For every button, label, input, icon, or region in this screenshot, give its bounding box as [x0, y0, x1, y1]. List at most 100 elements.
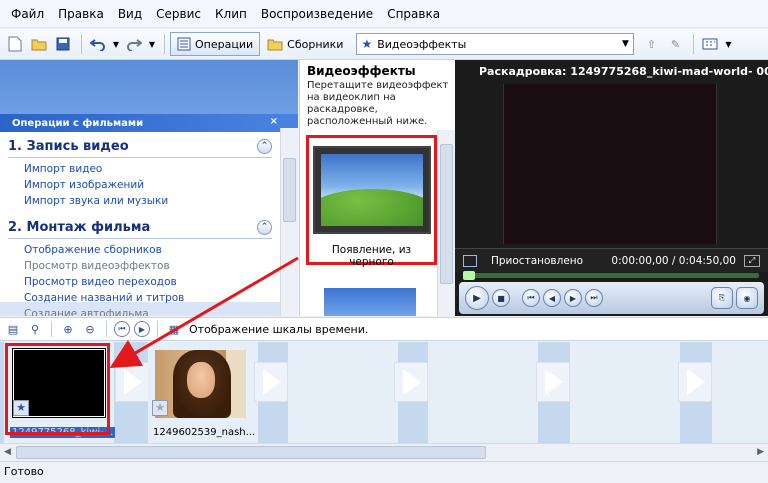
fullscreen-icon[interactable]: ⤢ [744, 254, 760, 267]
scrollbar-thumb[interactable] [440, 144, 453, 284]
divider [8, 238, 272, 239]
redo-icon[interactable] [123, 33, 145, 55]
collection-scrollbar[interactable] [437, 130, 455, 316]
section-edit-movie[interactable]: 2. Монтаж фильма ⌃ [8, 217, 280, 237]
open-folder-icon[interactable] [28, 33, 50, 55]
task-import-video[interactable]: Импорт видео [8, 161, 280, 177]
transition-slot[interactable] [394, 362, 428, 402]
undo-dropdown-icon[interactable]: ▼ [111, 33, 121, 55]
toolbar-separator [106, 321, 107, 337]
task-view-effects[interactable]: Просмотр видеоэффектов [8, 258, 280, 274]
tasks-scrollbar[interactable] [280, 128, 298, 316]
view-dropdown-icon[interactable]: ▼ [723, 33, 733, 55]
star-icon: ★ [361, 37, 373, 51]
monitor-status-bar: Приостановлено 0:00:00,00 / 0:04:50,00 ⤢ [455, 248, 768, 272]
narrate-icon[interactable]: ▤ [4, 320, 22, 338]
main-toolbar: ▼ ▼ Операции Сборники ★ Видеоэффекты ▼ ⇧… [0, 29, 768, 60]
task-import-audio[interactable]: Импорт звука или музыки [8, 193, 280, 209]
storyboard-cell-empty[interactable] [712, 342, 768, 443]
toolbar-separator [81, 34, 82, 54]
playback-time: 0:00:00,00 / 0:04:50,00 [611, 254, 736, 267]
close-icon[interactable]: × [270, 116, 278, 127]
transition-slot[interactable] [254, 362, 288, 402]
view-icon[interactable] [699, 33, 721, 55]
transition-slot[interactable] [115, 362, 149, 402]
collections-button[interactable]: Сборники [260, 32, 350, 56]
effect-label: Появление, из черного [331, 244, 412, 268]
show-timeline-link[interactable]: Отображение шкалы времени. [189, 323, 368, 336]
collection-select[interactable]: ★ Видеоэффекты ▼ [356, 33, 635, 55]
new-project-icon[interactable] [4, 33, 26, 55]
effect-fade-in-tile[interactable]: Появление, из черного [306, 135, 437, 268]
rewind-icon[interactable]: ⏮ [522, 289, 540, 307]
status-bar: Готово [0, 461, 768, 483]
new-collection-icon[interactable]: ✎ [664, 33, 686, 55]
play-icon[interactable]: ▶ [465, 286, 489, 310]
collapse-icon[interactable]: ⌃ [257, 219, 272, 235]
save-icon[interactable] [52, 33, 74, 55]
task-import-images[interactable]: Импорт изображений [8, 177, 280, 193]
scrollbar-thumb[interactable] [16, 446, 486, 459]
rewind-storyboard-icon[interactable]: ⏮ [114, 321, 130, 337]
storyboard-scrollbar[interactable]: ◀ ▶ [0, 443, 768, 461]
storyboard-cell-empty[interactable] [288, 342, 398, 443]
menu-clip[interactable]: Клип [208, 0, 254, 28]
clip-name[interactable]: 1249602539_nash... [153, 427, 255, 438]
toolbar-separator [157, 321, 158, 337]
menu-edit[interactable]: Правка [51, 0, 111, 28]
seek-thumb[interactable] [463, 271, 475, 280]
storyboard-cell-empty[interactable] [428, 342, 538, 443]
tasks-pane-title: Операции с фильмами [12, 117, 144, 129]
tasks-pane-banner [0, 60, 298, 114]
stop-icon[interactable]: ■ [492, 289, 510, 307]
clip-thumbnail-photo[interactable] [155, 350, 246, 418]
scroll-left-icon[interactable]: ◀ [4, 447, 11, 457]
menu-file[interactable]: Файл [4, 0, 51, 28]
play-storyboard-icon[interactable]: ▶ [134, 321, 150, 337]
scroll-right-icon[interactable]: ▶ [757, 447, 764, 457]
transition-slot[interactable] [678, 362, 712, 402]
zoom-out-icon[interactable]: ⊖ [81, 320, 99, 338]
toolbar-separator [164, 34, 165, 54]
operations-label: Операции [195, 37, 254, 51]
chevron-down-icon: ▼ [621, 39, 629, 49]
redo-dropdown-icon[interactable]: ▼ [147, 33, 157, 55]
operations-button[interactable]: Операции [170, 32, 261, 56]
menu-playback[interactable]: Воспроизведение [254, 0, 380, 28]
timeline-icon[interactable]: ▦ [165, 320, 183, 338]
collection-description: Перетащите видеоэффект на видеоклип на р… [307, 80, 449, 127]
snapshot-icon[interactable]: ◉ [736, 287, 758, 309]
section-capture-video[interactable]: 1. Запись видео ⌃ [8, 136, 280, 156]
scrollbar-thumb[interactable] [283, 158, 296, 222]
photo-face [187, 362, 215, 398]
menu-bar: Файл Правка Вид Сервис Клип Воспроизведе… [0, 0, 768, 28]
effect-thumbnail-next[interactable] [324, 288, 416, 316]
task-view-transitions[interactable]: Просмотр видео переходов [8, 274, 280, 290]
storyboard-cell-empty[interactable] [570, 342, 680, 443]
collapse-icon[interactable]: ⌃ [257, 138, 272, 154]
transition-slot[interactable] [536, 362, 570, 402]
tasks-list: 1. Запись видео ⌃ Импорт видео Импорт из… [0, 132, 280, 316]
collection-pane: Видеоэффекты Перетащите видеоэффект на в… [299, 60, 455, 316]
split-clip-icon[interactable]: ⎘ [711, 287, 733, 309]
up-level-icon[interactable]: ⇧ [640, 33, 662, 55]
menu-tools[interactable]: Сервис [149, 0, 208, 28]
undo-icon[interactable] [87, 33, 109, 55]
task-automovie[interactable]: Создание автофильма [8, 306, 280, 316]
forward-icon[interactable]: ⏭ [585, 289, 603, 307]
task-show-collections[interactable]: Отображение сборников [8, 242, 280, 258]
zoom-in-icon[interactable]: ⊕ [59, 320, 77, 338]
menu-help[interactable]: Справка [380, 0, 447, 28]
storyboard-toolbar: ▤ ⚲ ⊕ ⊖ ⏮ ▶ ▦ Отображение шкалы времени. [0, 317, 768, 341]
split-screen-icon[interactable] [463, 254, 477, 267]
next-frame-icon[interactable]: ▶ [564, 289, 582, 307]
seek-bar[interactable] [463, 271, 759, 280]
audio-levels-icon[interactable]: ⚲ [26, 320, 44, 338]
storyboard: ★ 1249775268_kiwi-... ★ 1249602539_nash.… [0, 342, 768, 443]
collections-label: Сборники [287, 37, 344, 51]
bliss-image [321, 154, 423, 226]
previous-frame-icon[interactable]: ◀ [543, 289, 561, 307]
playback-status: Приостановлено [491, 254, 584, 267]
task-make-titles[interactable]: Создание названий и титров [8, 290, 280, 306]
menu-view[interactable]: Вид [111, 0, 149, 28]
